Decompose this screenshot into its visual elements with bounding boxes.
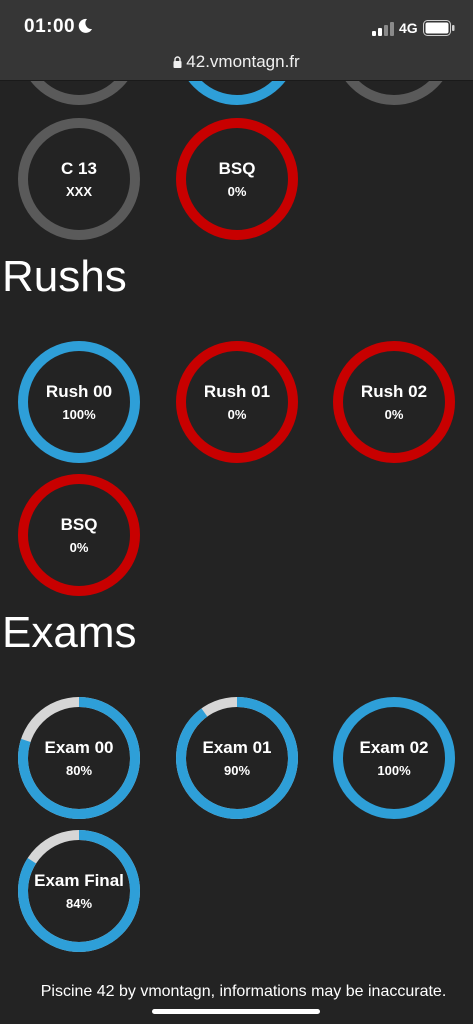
- rush-ring-02[interactable]: Rush 02 0%: [331, 339, 457, 465]
- cellular-signal-icon: [372, 22, 394, 41]
- home-indicator[interactable]: [152, 1009, 320, 1014]
- ring-track: [176, 341, 298, 463]
- ring-value: 0%: [384, 407, 404, 422]
- project-ring-c13[interactable]: C 13 XXX: [16, 116, 142, 242]
- ring-value: 100%: [62, 407, 96, 422]
- ring-value: 0%: [227, 407, 247, 422]
- rush-ring-01[interactable]: Rush 01 0%: [174, 339, 300, 465]
- ring-title: Rush 02: [360, 382, 428, 401]
- network-type: 4G: [399, 20, 418, 36]
- ring-title: Exam 01: [202, 738, 272, 757]
- ring-value: 100%: [377, 763, 411, 778]
- status-bar: 01:00 4G 42.vmontagn.fr: [0, 0, 473, 81]
- battery-icon: [423, 20, 455, 41]
- exam-ring-00[interactable]: Exam 00 80%: [16, 695, 142, 821]
- ring-title: Exam 00: [44, 738, 114, 757]
- ring-title: BSQ: [218, 159, 256, 178]
- exam-ring-01[interactable]: Exam 01 90%: [174, 695, 300, 821]
- section-title-exams: Exams: [2, 608, 137, 657]
- ring-value: 84%: [65, 896, 93, 911]
- ring-title: Exam Final: [34, 871, 124, 890]
- exam-ring-final[interactable]: Exam Final 84%: [16, 828, 142, 954]
- ring-track: [333, 341, 455, 463]
- progress-ring-partial[interactable]: [331, 81, 457, 107]
- project-ring-bsq[interactable]: BSQ 0%: [174, 116, 300, 242]
- footer-disclaimer: Piscine 42 by vmontagn, informations may…: [40, 983, 447, 1000]
- ring-value: XXX: [65, 184, 92, 199]
- page-content: C 13 XXX BSQ 0% Rushs Rush 00 100% Rush …: [0, 81, 473, 1024]
- ring-title: C 13: [61, 159, 97, 178]
- status-time: 01:00: [24, 16, 76, 37]
- ring-progress-arc: [176, 697, 298, 819]
- rush-ring-00[interactable]: Rush 00 100%: [16, 339, 142, 465]
- do-not-disturb-moon-icon: [77, 18, 93, 39]
- ring-track: [345, 81, 443, 105]
- url-text: 42.vmontagn.fr: [186, 52, 300, 71]
- ring-track: [18, 474, 140, 596]
- ring-track: [18, 341, 140, 463]
- ring-title: BSQ: [60, 515, 98, 534]
- progress-ring-partial[interactable]: [174, 81, 300, 107]
- ring-track: [176, 118, 298, 240]
- ring-track: [333, 697, 455, 819]
- lock-icon: [173, 53, 182, 73]
- ring-title: Rush 01: [203, 382, 271, 401]
- ring-value: 0%: [227, 184, 247, 199]
- address-bar[interactable]: 42.vmontagn.fr: [0, 52, 473, 73]
- ring-value: 90%: [223, 763, 251, 778]
- exam-ring-02[interactable]: Exam 02 100%: [331, 695, 457, 821]
- ring-title: Exam 02: [359, 738, 429, 757]
- progress-ring-partial[interactable]: [16, 81, 142, 107]
- ring-track: [188, 81, 286, 105]
- ring-track: [30, 81, 128, 105]
- ring-track: [18, 118, 140, 240]
- section-title-rushs: Rushs: [2, 252, 127, 301]
- rush-ring-bsq[interactable]: BSQ 0%: [16, 472, 142, 598]
- ring-value: 0%: [69, 540, 89, 555]
- ring-value: 80%: [65, 763, 93, 778]
- ring-title: Rush 00: [45, 382, 113, 401]
